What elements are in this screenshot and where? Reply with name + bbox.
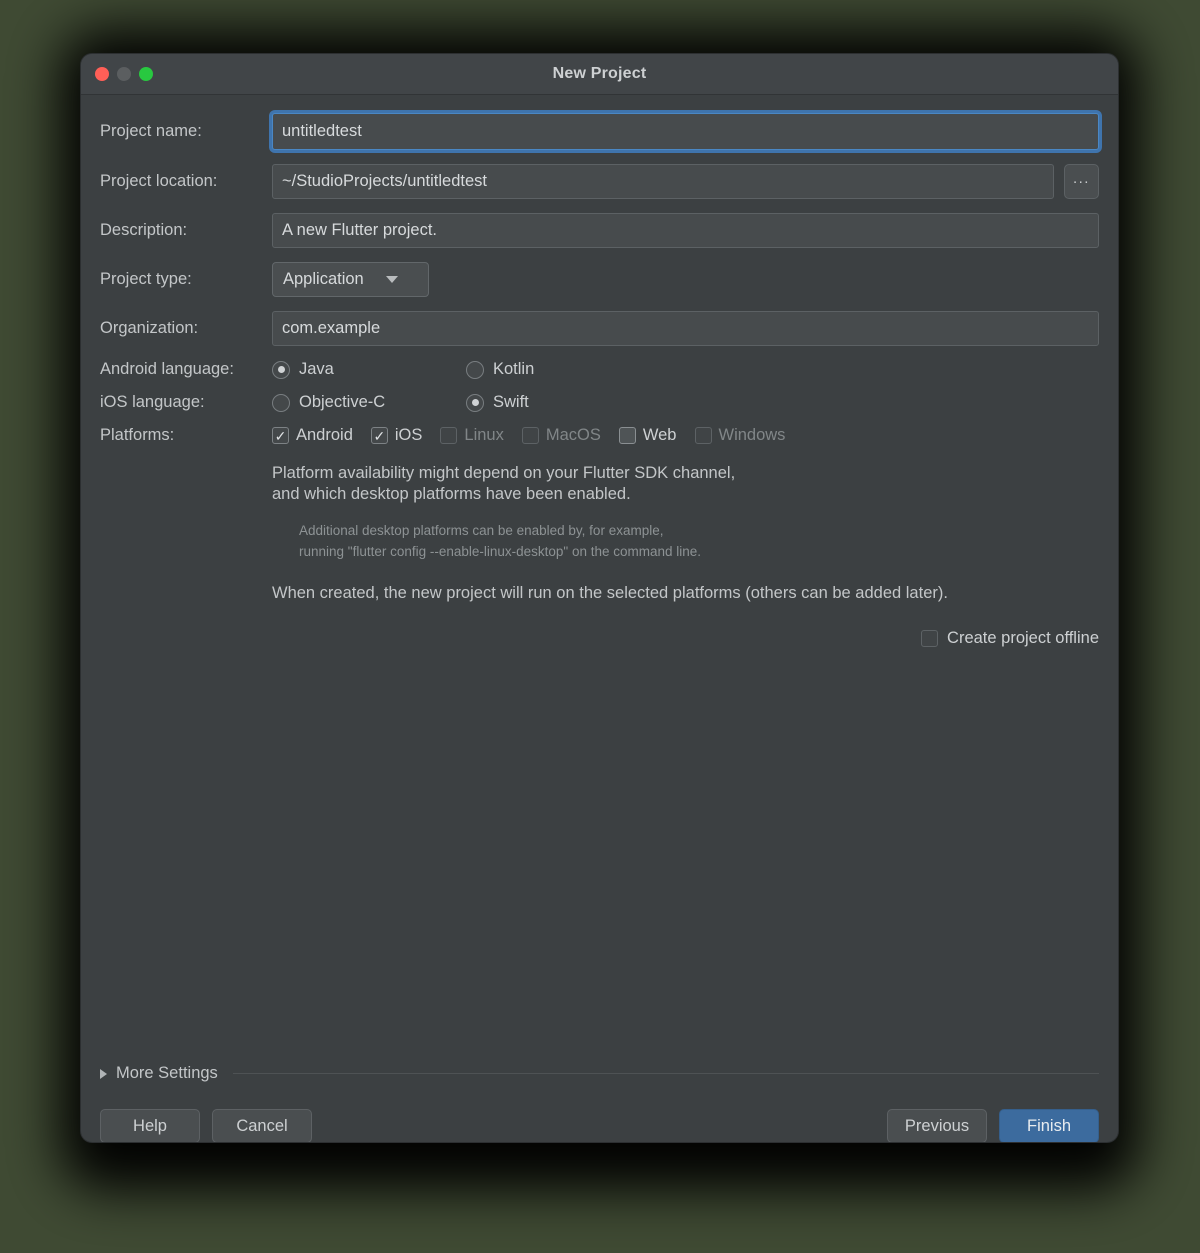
radio-swift-icon	[466, 393, 484, 412]
checkbox-platform-android[interactable]: ✓ Android	[272, 426, 353, 445]
radio-swift-label: Swift	[493, 393, 529, 411]
when-created-note: When created, the new project will run o…	[272, 583, 948, 602]
checkbox-macos-label: MacOS	[545, 426, 601, 444]
project-name-row: Project name: untitledtest	[100, 113, 1099, 150]
platforms-label: Platforms:	[100, 426, 175, 445]
checkbox-android-label: Android	[296, 426, 353, 444]
dialog-footer: Help Cancel Previous Finish	[100, 1109, 1099, 1142]
project-location-input[interactable]: ~/StudioProjects/untitledtest	[272, 164, 1054, 199]
checkbox-ios-label: iOS	[394, 426, 423, 444]
radio-option-kotlin[interactable]: Kotlin	[466, 360, 534, 379]
desktop-hint-line2: running "flutter config --enable-linux-d…	[299, 543, 702, 559]
previous-button[interactable]: Previous	[887, 1109, 987, 1142]
browse-folder-button[interactable]: ...	[1063, 164, 1099, 199]
more-settings-section[interactable]: More Settings	[100, 1064, 1099, 1083]
checkbox-web-label: Web	[642, 426, 677, 444]
checkbox-linux-label: Linux	[464, 426, 504, 444]
platform-notes: Platform availability might depend on yo…	[272, 463, 1099, 648]
radio-objective-c-label: Objective-C	[299, 393, 386, 411]
project-name-field-wrap: untitledtest	[272, 113, 1099, 150]
radio-kotlin-icon	[466, 360, 484, 379]
availability-note-line2: and which desktop platforms have been en…	[272, 485, 631, 504]
organization-row: Organization: com.example	[100, 311, 1099, 346]
checkbox-platform-windows: Windows	[694, 426, 786, 445]
ios-language-row: iOS language: Objective-C Swift	[100, 393, 1099, 412]
create-project-offline-row[interactable]: Create project offline	[272, 629, 1099, 648]
android-language-label: Android language:	[100, 360, 234, 379]
checkbox-ios-icon: ✓	[370, 427, 388, 444]
window-controls	[95, 67, 153, 81]
organization-input[interactable]: com.example	[272, 311, 1099, 346]
checkbox-platform-ios[interactable]: ✓ iOS	[370, 426, 423, 445]
checkbox-android-icon: ✓	[272, 427, 289, 444]
description-label: Description:	[100, 221, 188, 240]
radio-kotlin-label: Kotlin	[493, 360, 535, 378]
description-row: Description: A new Flutter project.	[100, 213, 1099, 248]
finish-button[interactable]: Finish	[999, 1109, 1099, 1142]
checkbox-offline-label: Create project offline	[947, 628, 1099, 647]
project-type-value: Application	[283, 270, 364, 288]
checkbox-windows-icon	[694, 427, 712, 444]
dialog-title: New Project	[552, 65, 647, 82]
availability-note-line1: Platform availability might depend on yo…	[272, 464, 736, 482]
radio-option-objective-c[interactable]: Objective-C	[272, 393, 466, 412]
dialog-titlebar: New Project	[81, 54, 1118, 95]
organization-label: Organization:	[100, 319, 199, 338]
more-settings-divider	[232, 1073, 1099, 1074]
radio-option-java[interactable]: Java	[272, 360, 466, 379]
project-location-field-wrap: ~/StudioProjects/untitledtest ...	[272, 164, 1099, 199]
maximize-button-icon[interactable]	[139, 67, 153, 81]
more-settings-label: More Settings	[116, 1064, 218, 1082]
checkbox-platform-web[interactable]: Web	[618, 426, 677, 445]
description-field-wrap: A new Flutter project.	[272, 213, 1099, 248]
project-type-row: Project type: Application	[100, 262, 1099, 297]
radio-option-swift[interactable]: Swift	[466, 393, 529, 412]
android-language-row: Android language: Java Kotlin	[100, 360, 1099, 379]
new-project-dialog: New Project Project name: untitledtest P…	[81, 54, 1118, 1142]
project-name-label: Project name:	[100, 122, 202, 141]
chevron-right-icon	[100, 1068, 107, 1079]
help-button[interactable]: Help	[100, 1109, 200, 1142]
project-location-label: Project location:	[100, 172, 218, 191]
project-type-field-wrap: Application	[272, 262, 1099, 297]
checkbox-web-icon	[618, 427, 636, 444]
checkbox-windows-label: Windows	[718, 426, 786, 444]
desktop-hint-line1: Additional desktop platforms can be enab…	[299, 523, 664, 539]
android-language-options: Java Kotlin	[272, 360, 534, 379]
cancel-button[interactable]: Cancel	[212, 1109, 312, 1142]
checkbox-linux-icon	[440, 427, 458, 444]
platforms-options: ✓ Android ✓ iOS Linux MacOS Web Windows	[272, 426, 794, 445]
minimize-button-icon[interactable]	[117, 67, 131, 81]
checkbox-macos-icon	[521, 427, 539, 444]
description-input[interactable]: A new Flutter project.	[272, 213, 1099, 248]
platforms-row: Platforms: ✓ Android ✓ iOS Linux MacOS W…	[100, 426, 1099, 445]
project-type-label: Project type:	[100, 270, 192, 289]
radio-java-icon	[272, 360, 290, 379]
project-location-row: Project location: ~/StudioProjects/untit…	[100, 164, 1099, 199]
ios-language-label: iOS language:	[100, 393, 205, 412]
organization-field-wrap: com.example	[272, 311, 1099, 346]
checkbox-platform-macos: MacOS	[521, 426, 601, 445]
radio-objective-c-icon	[272, 393, 290, 412]
desktop-background: New Project Project name: untitledtest P…	[0, 0, 1200, 1253]
project-name-input[interactable]: untitledtest	[272, 113, 1099, 150]
checkbox-platform-linux: Linux	[440, 426, 504, 445]
checkbox-offline-icon	[921, 629, 939, 647]
radio-java-label: Java	[299, 360, 334, 378]
dialog-body: Project name: untitledtest Project locat…	[81, 113, 1118, 1142]
project-type-select[interactable]: Application	[272, 262, 429, 297]
chevron-down-icon	[385, 276, 398, 283]
ios-language-options: Objective-C Swift	[272, 393, 529, 412]
close-button-icon[interactable]	[95, 67, 109, 81]
